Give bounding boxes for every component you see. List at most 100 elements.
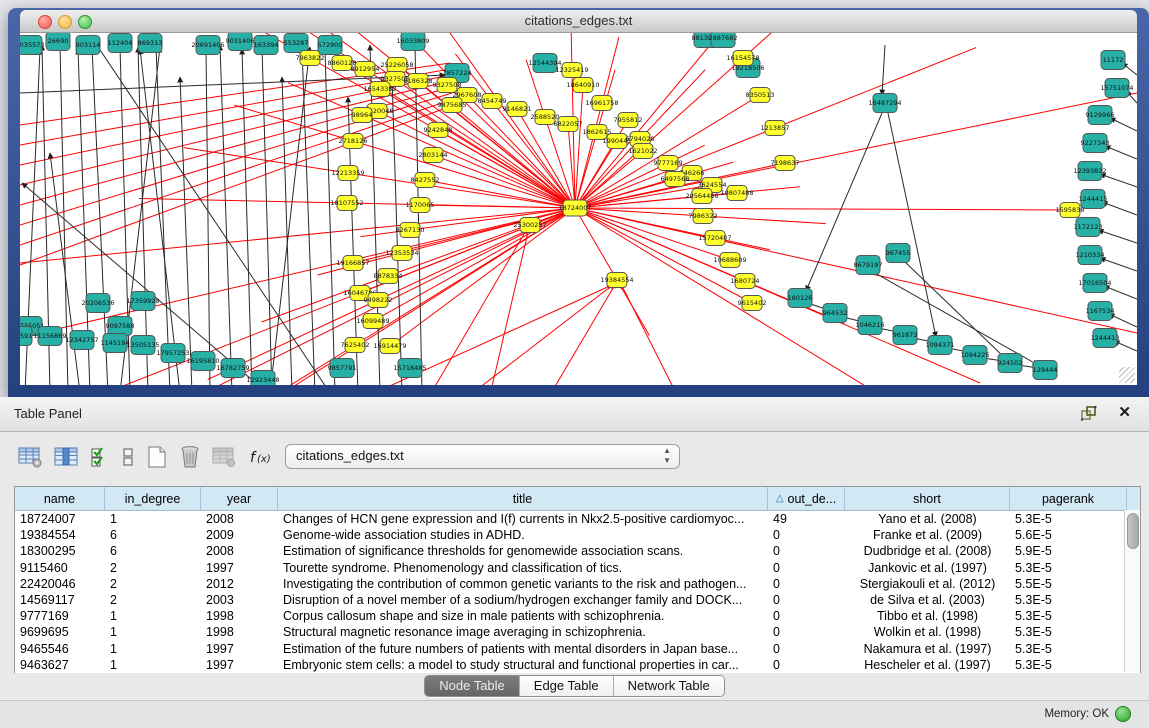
table-cell[interactable]: Corpus callosum shape and size in male p… — [278, 608, 768, 624]
table-select-dropdown[interactable]: citations_edges.txt ▲▼ — [285, 444, 680, 469]
graph-node[interactable]: 2035573 — [20, 36, 44, 55]
table-cell[interactable]: Disruption of a novel member of a sodium… — [278, 592, 768, 608]
table-cell[interactable]: 9463627 — [15, 657, 105, 673]
graph-node[interactable]: 8427552 — [411, 173, 440, 188]
graph-node[interactable]: 2803144 — [419, 148, 448, 163]
graph-node[interactable]: 391591 — [20, 327, 32, 346]
graph-node[interactable]: 1167534 — [1086, 302, 1115, 321]
graph-node[interactable]: 9615402 — [738, 296, 767, 311]
graph-node[interactable]: 924502 — [998, 354, 1023, 373]
table-cell[interactable]: 1 — [105, 608, 201, 624]
graph-node[interactable]: 7963822 — [296, 51, 325, 66]
table-cell[interactable]: Wolkin et al. (1998) — [845, 624, 1010, 640]
close-panel-icon[interactable]: ✕ — [1118, 403, 1131, 421]
table-cell[interactable]: 6 — [105, 527, 201, 543]
table-cell[interactable]: 19384554 — [15, 527, 105, 543]
table-cell[interactable]: 1998 — [201, 624, 278, 640]
table-cell[interactable]: 2008 — [201, 543, 278, 559]
graph-node[interactable]: 1094371 — [926, 336, 955, 355]
table-cell[interactable]: Franke et al. (2009) — [845, 527, 1010, 543]
graph-node[interactable]: 18107552 — [330, 196, 363, 211]
table-cell[interactable]: 1 — [105, 511, 201, 527]
delete-table-icon[interactable] — [212, 446, 237, 468]
graph-node[interactable]: 17957253 — [156, 344, 189, 363]
graph-node[interactable]: 9857791 — [328, 359, 357, 378]
table-row[interactable]: 911546021997Tourette syndrome. Phenomeno… — [15, 560, 1140, 576]
table-cell[interactable]: Tourette syndrome. Phenomenology and cla… — [278, 560, 768, 576]
table-cell[interactable]: 9777169 — [15, 608, 105, 624]
graph-node[interactable]: 25226058 — [380, 58, 413, 73]
tab-edge-table[interactable]: Edge Table — [520, 676, 614, 696]
table-row[interactable]: 1872400712008Changes of HCN gene express… — [15, 511, 1140, 527]
table-cell[interactable]: 1998 — [201, 608, 278, 624]
graph-node[interactable]: 112404 — [108, 34, 133, 53]
table-cell[interactable]: 0 — [768, 592, 845, 608]
table-cell[interactable]: Dudbridge et al. (2008) — [845, 543, 1010, 559]
table-cell[interactable]: 0 — [768, 543, 845, 559]
table-cell[interactable]: 14569117 — [15, 592, 105, 608]
tab-network-table[interactable]: Network Table — [614, 676, 724, 696]
graph-node[interactable]: 8267130 — [396, 223, 425, 238]
column-header-short[interactable]: short — [845, 487, 1010, 510]
table-cell[interactable]: 18300295 — [15, 543, 105, 559]
graph-node[interactable]: 8912954 — [351, 62, 380, 77]
table-cell[interactable]: 0 — [768, 624, 845, 640]
graph-node[interactable]: 1172123 — [1074, 218, 1103, 237]
table-cell[interactable]: 2 — [105, 560, 201, 576]
table-cell[interactable]: 9115460 — [15, 560, 105, 576]
table-cell[interactable]: 5.3E-5 — [1010, 624, 1127, 640]
memory-ok-indicator[interactable] — [1115, 706, 1131, 722]
graph-node[interactable]: 1210334 — [1076, 246, 1105, 265]
graph-node[interactable]: 20691406 — [191, 36, 224, 55]
table-cell[interactable]: Nakamura et al. (1997) — [845, 641, 1010, 657]
graph-node[interactable]: 1244413 — [1091, 329, 1120, 348]
table-cell[interactable]: 5.9E-5 — [1010, 543, 1127, 559]
table-cell[interactable]: Stergiakouli et al. (2012) — [845, 576, 1010, 592]
graph-node[interactable]: 9498222 — [364, 293, 393, 308]
window-titlebar[interactable]: citations_edges.txt — [20, 10, 1137, 33]
graph-node[interactable]: 17359928 — [126, 292, 159, 311]
graph-node[interactable]: 1213857 — [761, 121, 790, 136]
scrollbar-thumb[interactable] — [1127, 513, 1139, 549]
graph-node[interactable]: 9146821 — [503, 102, 532, 117]
graph-node[interactable]: 869313 — [138, 34, 163, 53]
table-cell[interactable]: 9465546 — [15, 641, 105, 657]
graph-node[interactable]: 12213359 — [331, 166, 364, 181]
graph-node[interactable]: 16782759 — [216, 359, 249, 378]
float-panel-icon[interactable] — [1081, 406, 1097, 422]
table-cell[interactable]: 0 — [768, 527, 845, 543]
graph-node[interactable]: 903114 — [76, 36, 101, 55]
table-cell[interactable]: 0 — [768, 560, 845, 576]
table-cell[interactable]: Structural magnetic resonance image aver… — [278, 624, 768, 640]
graph-node[interactable]: 12923448 — [246, 371, 279, 386]
table-cell[interactable]: 0 — [768, 576, 845, 592]
graph-node[interactable]: 7198637 — [771, 156, 800, 171]
table-cell[interactable]: 2009 — [201, 527, 278, 543]
graph-node[interactable]: 8679197 — [854, 256, 883, 275]
graph-node[interactable]: 1621022 — [629, 144, 658, 159]
column-header-title[interactable]: title — [278, 487, 768, 510]
graph-node[interactable]: 180126 — [788, 289, 813, 308]
table-row[interactable]: 946554611997Estimation of the future num… — [15, 641, 1140, 657]
table-cell[interactable]: Embryonic stem cells: a model to study s… — [278, 657, 768, 673]
graph-node[interactable]: 9227343 — [1081, 134, 1110, 153]
table-cell[interactable]: 5.5E-5 — [1010, 576, 1127, 592]
network-view-window[interactable]: citations_edges.txt 20355732669090311411… — [8, 8, 1149, 397]
graph-node[interactable]: 16195810 — [186, 352, 219, 371]
graph-node[interactable]: 2718126 — [339, 134, 368, 149]
graph-node[interactable]: 16033809 — [396, 33, 429, 51]
table-cell[interactable]: 5.6E-5 — [1010, 527, 1127, 543]
graph-node[interactable]: 8350513 — [746, 88, 775, 103]
table-row[interactable]: 946362711997Embryonic stem cells: a mode… — [15, 657, 1140, 673]
graph-node[interactable]: 12393822 — [1073, 162, 1106, 181]
table-cell[interactable]: 2008 — [201, 511, 278, 527]
table-cell[interactable]: 0 — [768, 641, 845, 657]
table-cell[interactable]: 5.3E-5 — [1010, 608, 1127, 624]
graph-node[interactable]: 9031406 — [226, 33, 255, 51]
graph-node[interactable]: 15720407 — [698, 231, 731, 246]
table-cell[interactable]: 5.3E-5 — [1010, 511, 1127, 527]
graph-node[interactable]: 163394 — [254, 36, 279, 55]
network-canvas[interactable]: 2035573266909031141124048693132069140690… — [20, 33, 1137, 385]
graph-node[interactable]: 9777169 — [654, 156, 683, 171]
graph-node[interactable]: 1046216 — [856, 316, 885, 335]
